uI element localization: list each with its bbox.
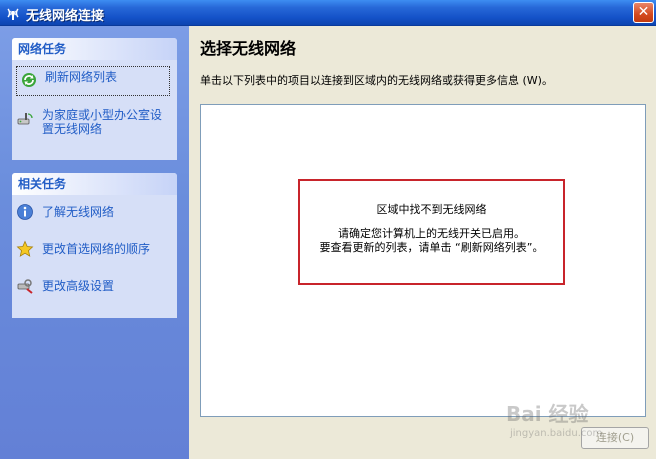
learn-wireless-label: 了解无线网络 bbox=[42, 205, 115, 219]
related-tasks-header: 相关任务 bbox=[12, 173, 177, 195]
task-sidebar: 网络任务 刷新网络列表 为家庭或小型办公室设 置无线网络 相关任务 了解无线网络… bbox=[0, 26, 189, 459]
title-bar: 无线网络连接 ✕ bbox=[0, 0, 656, 26]
close-button[interactable]: ✕ bbox=[633, 2, 654, 23]
connect-button[interactable]: 连接(C) bbox=[581, 427, 649, 449]
wireless-network-icon bbox=[7, 8, 19, 20]
page-title: 选择无线网络 bbox=[200, 39, 297, 58]
main-content: 选择无线网络 单击以下列表中的项目以连接到区域内的无线网络或获得更多信息 (W)… bbox=[189, 26, 656, 459]
learn-wireless-task[interactable]: 了解无线网络 bbox=[16, 203, 172, 223]
setup-wireless-network-label-line1: 为家庭或小型办公室设 bbox=[42, 108, 163, 122]
info-icon bbox=[17, 204, 33, 220]
change-preferred-order-task[interactable]: 更改首选网络的顺序 bbox=[16, 240, 172, 260]
change-advanced-settings-label: 更改高级设置 bbox=[42, 279, 115, 293]
close-icon: ✕ bbox=[637, 4, 650, 20]
wireless-network-list[interactable]: 区域中找不到无线网络 请确定您计算机上的无线开关已启用。 要查看更新的列表，请单… bbox=[200, 104, 646, 417]
network-tasks-panel: 网络任务 刷新网络列表 为家庭或小型办公室设 置无线网络 bbox=[12, 38, 177, 160]
star-icon bbox=[16, 240, 34, 257]
settings-icon bbox=[17, 279, 33, 294]
no-networks-title: 区域中找不到无线网络 bbox=[376, 203, 487, 216]
setup-wireless-network-task[interactable]: 为家庭或小型办公室设 置无线网络 bbox=[16, 106, 172, 142]
refresh-icon bbox=[22, 73, 36, 87]
network-tasks-header: 网络任务 bbox=[12, 38, 177, 60]
instruction-text: 单击以下列表中的项目以连接到区域内的无线网络或获得更多信息 (W)。 bbox=[200, 74, 553, 87]
no-networks-hint-2: 要查看更新的列表，请单击 “刷新网络列表”。 bbox=[319, 241, 544, 254]
window-title: 无线网络连接 bbox=[26, 9, 105, 24]
related-tasks-panel: 相关任务 了解无线网络 更改首选网络的顺序 更改高级设置 bbox=[12, 173, 177, 318]
change-preferred-order-label: 更改首选网络的顺序 bbox=[42, 242, 151, 256]
refresh-network-list-label: 刷新网络列表 bbox=[45, 70, 118, 84]
wireless-setup-icon bbox=[17, 113, 33, 125]
setup-wireless-network-label-line2: 置无线网络 bbox=[42, 122, 103, 136]
no-networks-message: 区域中找不到无线网络 请确定您计算机上的无线开关已启用。 要查看更新的列表，请单… bbox=[298, 179, 565, 285]
refresh-network-list-task[interactable]: 刷新网络列表 bbox=[16, 66, 170, 96]
change-advanced-settings-task[interactable]: 更改高级设置 bbox=[16, 277, 172, 297]
